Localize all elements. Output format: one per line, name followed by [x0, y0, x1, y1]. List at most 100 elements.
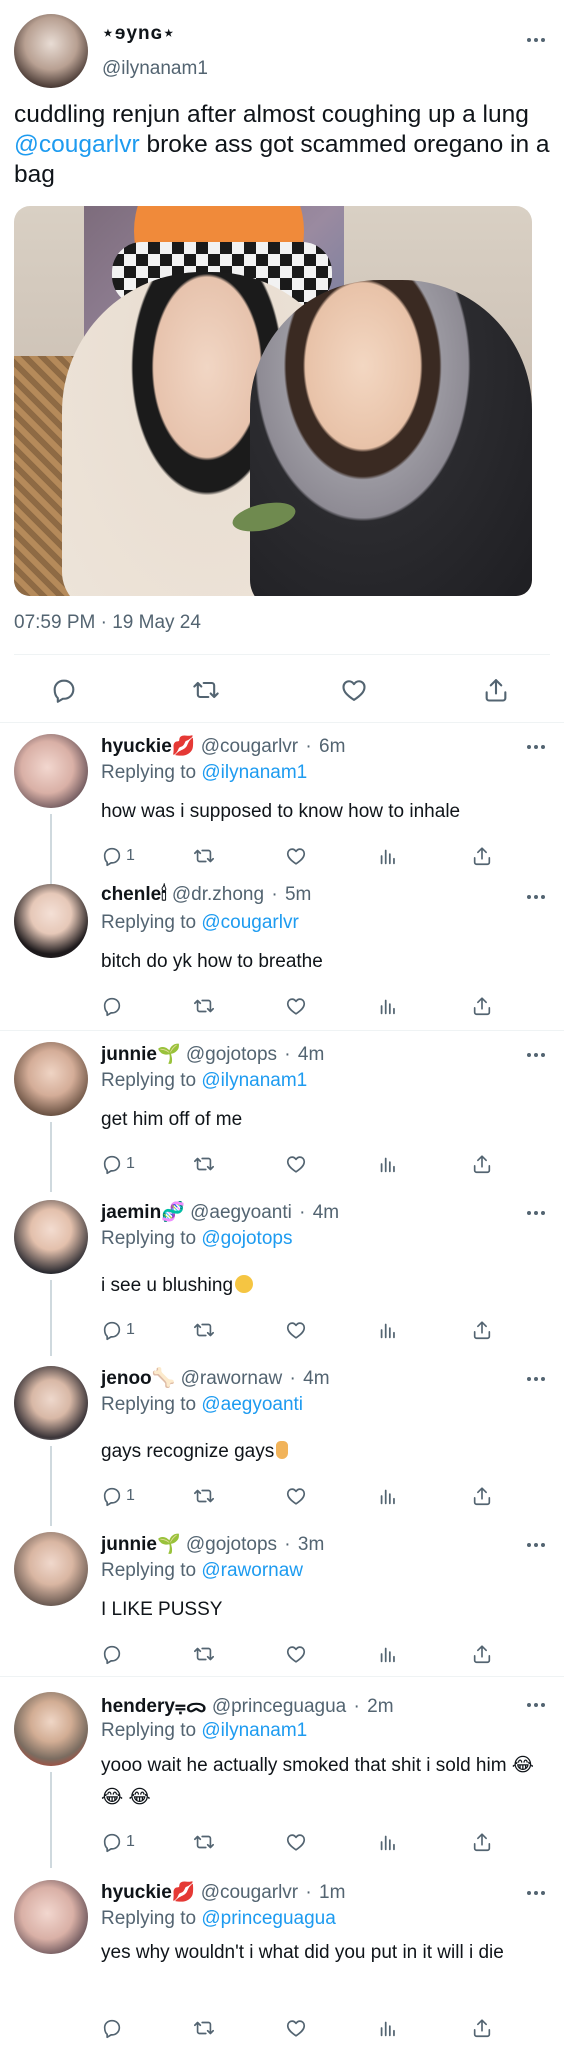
- display-name[interactable]: jenoo🦴: [101, 1368, 175, 1389]
- heart-icon[interactable]: [340, 676, 368, 704]
- reply-icon[interactable]: 1: [101, 842, 135, 870]
- avatar[interactable]: [14, 1532, 88, 1606]
- reply-tweet[interactable]: jaemin🧬 @aegyoanti · 4m Replying to @goj…: [0, 1200, 564, 1360]
- more-icon[interactable]: [522, 1048, 550, 1062]
- reply-icon[interactable]: [101, 1640, 123, 1668]
- heart-icon[interactable]: [285, 1150, 307, 1178]
- handle[interactable]: @gojotops: [186, 1534, 277, 1555]
- reply-time[interactable]: 1m: [319, 1882, 345, 1903]
- views-icon[interactable]: [377, 2014, 399, 2042]
- display-name[interactable]: chenle🕯: [101, 884, 167, 905]
- mention-link[interactable]: @rawornaw: [201, 1560, 303, 1581]
- share-icon[interactable]: [482, 676, 510, 704]
- reply-icon[interactable]: [50, 676, 78, 704]
- reply-icon[interactable]: [101, 2014, 123, 2042]
- reply-icon[interactable]: 1: [101, 1482, 135, 1510]
- mention-link[interactable]: @ilynanam1: [201, 1070, 307, 1091]
- more-icon[interactable]: [522, 740, 550, 754]
- retweet-icon[interactable]: [193, 1482, 215, 1510]
- share-icon[interactable]: [471, 1640, 493, 1668]
- reply-icon[interactable]: 1: [101, 1316, 135, 1344]
- reply-icon[interactable]: 1: [101, 1828, 135, 1856]
- views-icon[interactable]: [377, 1828, 399, 1856]
- handle[interactable]: @rawornaw: [181, 1368, 283, 1389]
- avatar[interactable]: [14, 1042, 88, 1116]
- more-icon[interactable]: [522, 1206, 550, 1220]
- reply-time[interactable]: 5m: [285, 884, 311, 905]
- share-icon[interactable]: [471, 1316, 493, 1344]
- display-name[interactable]: jaemin🧬: [101, 1202, 185, 1223]
- handle[interactable]: @cougarlvr: [201, 736, 298, 757]
- avatar[interactable]: [14, 14, 88, 88]
- retweet-icon[interactable]: [193, 2014, 215, 2042]
- heart-icon[interactable]: [285, 1316, 307, 1344]
- views-icon[interactable]: [377, 1150, 399, 1178]
- heart-icon[interactable]: [285, 1640, 307, 1668]
- more-icon[interactable]: [522, 1538, 550, 1552]
- share-icon[interactable]: [471, 1828, 493, 1856]
- handle[interactable]: @aegyoanti: [190, 1202, 292, 1223]
- display-name[interactable]: junnie🌱: [101, 1534, 181, 1555]
- reply-tweet[interactable]: jenoo🦴 @rawornaw · 4m Replying to @aegyo…: [0, 1366, 564, 1526]
- avatar[interactable]: [14, 1692, 88, 1766]
- mention-link[interactable]: @ilynanam1: [201, 762, 307, 783]
- mention-link[interactable]: @aegyoanti: [201, 1394, 303, 1415]
- reply-tweet[interactable]: hyuckie💋 @cougarlvr · 6m Replying to @il…: [0, 734, 564, 884]
- retweet-icon[interactable]: [193, 1640, 215, 1668]
- reply-time[interactable]: 4m: [303, 1368, 329, 1389]
- more-icon[interactable]: [522, 32, 550, 48]
- reply-icon[interactable]: 1: [101, 1150, 135, 1178]
- heart-icon[interactable]: [285, 2014, 307, 2042]
- more-icon[interactable]: [522, 1372, 550, 1386]
- handle[interactable]: @ilynanam1: [102, 58, 208, 80]
- reply-time[interactable]: 4m: [313, 1202, 339, 1223]
- heart-icon[interactable]: [285, 992, 307, 1020]
- mention-link[interactable]: @princeguagua: [201, 1908, 335, 1929]
- mention-link[interactable]: @cougarlvr: [201, 912, 298, 933]
- reply-time[interactable]: 6m: [319, 736, 345, 757]
- more-icon[interactable]: [522, 1698, 550, 1712]
- handle[interactable]: @cougarlvr: [201, 1882, 298, 1903]
- retweet-icon[interactable]: [193, 992, 215, 1020]
- avatar[interactable]: [14, 884, 88, 958]
- retweet-icon[interactable]: [193, 1828, 215, 1856]
- heart-icon[interactable]: [285, 842, 307, 870]
- avatar[interactable]: [14, 1366, 88, 1440]
- views-icon[interactable]: [377, 992, 399, 1020]
- reply-time[interactable]: 2m: [367, 1696, 393, 1717]
- views-icon[interactable]: [377, 842, 399, 870]
- reply-icon[interactable]: [101, 992, 123, 1020]
- share-icon[interactable]: [471, 2014, 493, 2042]
- reply-tweet[interactable]: junnie🌱 @gojotops · 3m Replying to @rawo…: [0, 1532, 564, 1672]
- display-name[interactable]: hyuckie💋: [101, 736, 195, 757]
- views-icon[interactable]: [377, 1316, 399, 1344]
- display-name[interactable]: hyuckie💋: [101, 1882, 195, 1903]
- retweet-icon[interactable]: [193, 1316, 215, 1344]
- heart-icon[interactable]: [285, 1828, 307, 1856]
- reply-time[interactable]: 4m: [298, 1044, 324, 1065]
- handle[interactable]: @dr.zhong: [172, 884, 264, 905]
- share-icon[interactable]: [471, 1482, 493, 1510]
- mention-link[interactable]: @ilynanam1: [201, 1720, 307, 1741]
- retweet-icon[interactable]: [192, 676, 220, 704]
- reply-time[interactable]: 3m: [298, 1534, 324, 1555]
- heart-icon[interactable]: [285, 1482, 307, 1510]
- mention-link[interactable]: @gojotops: [201, 1228, 292, 1249]
- tweet-timestamp[interactable]: 07:59 PM · 19 May 24: [14, 612, 201, 634]
- share-icon[interactable]: [471, 1150, 493, 1178]
- reply-tweet[interactable]: chenle🕯 @dr.zhong · 5m Replying to @coug…: [0, 884, 564, 1024]
- tweet-photo[interactable]: [14, 206, 532, 596]
- views-icon[interactable]: [377, 1640, 399, 1668]
- retweet-icon[interactable]: [193, 842, 215, 870]
- mention-link[interactable]: @cougarlvr: [14, 131, 140, 158]
- more-icon[interactable]: [522, 1886, 550, 1900]
- display-name[interactable]: ⋆ɘynɢ⋆: [102, 22, 176, 45]
- display-name[interactable]: hendery⩦ᯅ: [101, 1696, 207, 1717]
- handle[interactable]: @gojotops: [186, 1044, 277, 1065]
- reply-tweet[interactable]: hendery⩦ᯅ @princeguagua · 2m Replying to…: [0, 1692, 564, 1872]
- avatar[interactable]: [14, 734, 88, 808]
- display-name[interactable]: junnie🌱: [101, 1044, 181, 1065]
- reply-tweet[interactable]: hyuckie💋 @cougarlvr · 1m Replying to @pr…: [0, 1880, 564, 2048]
- share-icon[interactable]: [471, 992, 493, 1020]
- views-icon[interactable]: [377, 1482, 399, 1510]
